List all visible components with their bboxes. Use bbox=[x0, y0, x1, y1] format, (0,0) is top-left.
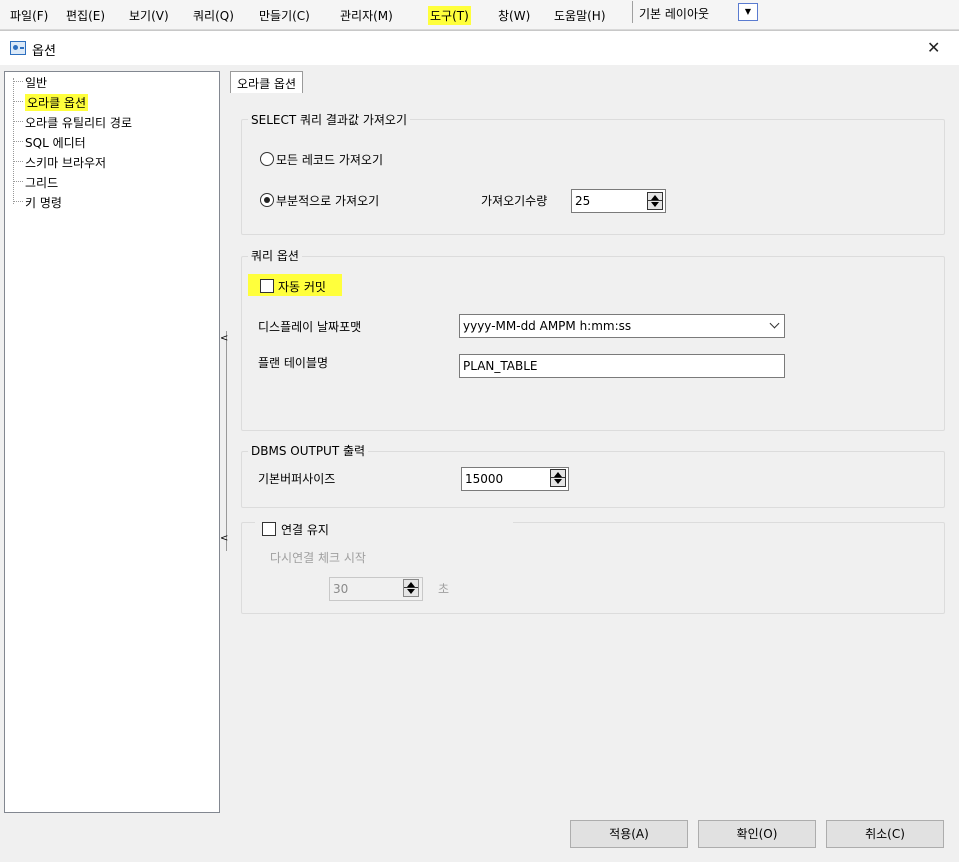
buffer-size-value: 15000 bbox=[465, 472, 504, 486]
fetch-count-value: 25 bbox=[575, 194, 591, 208]
autocommit-checkbox[interactable] bbox=[260, 279, 274, 293]
radio-fetch-all[interactable] bbox=[260, 152, 274, 166]
tree-item-key-commands[interactable]: 키 명령 bbox=[13, 194, 62, 211]
cancel-button-label: 취소(C) bbox=[865, 827, 905, 841]
tree-item-sql-editor[interactable]: SQL 에디터 bbox=[13, 134, 86, 151]
menu-help[interactable]: 도움말(H) bbox=[552, 6, 608, 25]
collapse-left-icon[interactable]: < bbox=[220, 533, 228, 544]
chevron-down-icon: ▼ bbox=[744, 7, 752, 16]
spin-divider bbox=[648, 200, 662, 201]
menu-tools[interactable]: 도구(T) bbox=[428, 6, 471, 25]
spin-divider bbox=[404, 587, 418, 588]
dbms-output-group bbox=[241, 451, 945, 508]
seconds-unit-label: 초 bbox=[438, 582, 450, 596]
plan-table-input[interactable]: PLAN_TABLE bbox=[459, 354, 785, 378]
menu-admin[interactable]: 관리자(M) bbox=[338, 6, 395, 25]
collapse-left-icon[interactable]: < bbox=[220, 333, 228, 344]
keepalive-label: 연결 유지 bbox=[281, 523, 329, 537]
spin-down-icon[interactable] bbox=[651, 202, 659, 207]
fetch-count-spinner[interactable] bbox=[647, 192, 663, 210]
tab-oracle-options[interactable]: 오라클 옵션 bbox=[230, 71, 304, 93]
options-tree: 일반 오라클 옵션 오라클 유틸리티 경로 SQL 에디터 스키마 브라우저 그… bbox=[4, 71, 220, 813]
layout-label: 기본 레이아웃 bbox=[639, 7, 710, 21]
tree-item-schema-browser[interactable]: 스키마 브라우저 bbox=[12, 154, 106, 171]
tree-item-oracle-utility-path[interactable]: 오라클 유틸리티 경로 bbox=[13, 114, 132, 131]
menu-file[interactable]: 파일(F) bbox=[8, 6, 50, 25]
menubar: 파일(F) 편집(E) 보기(V) 쿼리(Q) 만들기(C) 관리자(M) 도구… bbox=[0, 0, 959, 30]
date-format-value: yyyy-MM-dd AMPM h:mm:ss bbox=[463, 319, 632, 333]
select-group-title: SELECT 쿼리 결과값 가져오기 bbox=[248, 111, 410, 128]
menu-create[interactable]: 만들기(C) bbox=[257, 6, 312, 25]
chevron-down-icon bbox=[769, 318, 780, 329]
ok-button[interactable]: 확인(O) bbox=[698, 820, 816, 848]
menu-query[interactable]: 쿼리(Q) bbox=[191, 6, 236, 25]
cancel-button[interactable]: 취소(C) bbox=[826, 820, 944, 848]
date-format-select[interactable]: yyyy-MM-dd AMPM h:mm:ss bbox=[459, 314, 785, 338]
keepalive-checkbox[interactable] bbox=[262, 522, 276, 536]
layout-dropdown-button[interactable]: ▼ bbox=[738, 3, 758, 21]
fetch-count-label: 가져오기수량 bbox=[481, 194, 548, 208]
tree-item-grid[interactable]: 그리드 bbox=[12, 174, 58, 191]
radio-fetch-partial-label: 부분적으로 가져오기 bbox=[276, 194, 380, 208]
plan-table-value: PLAN_TABLE bbox=[463, 359, 538, 373]
menu-edit[interactable]: 편집(E) bbox=[64, 6, 107, 25]
menu-view[interactable]: 보기(V) bbox=[127, 6, 171, 25]
options-window-icon bbox=[10, 41, 26, 55]
spin-down-icon[interactable] bbox=[407, 589, 415, 594]
tree-item-general[interactable]: 일반 bbox=[12, 74, 47, 91]
radio-fetch-all-label: 모든 레코드 가져오기 bbox=[276, 153, 383, 167]
spin-divider bbox=[551, 477, 565, 478]
reconnect-interval-value: 30 bbox=[333, 582, 349, 596]
reconnect-check-label: 다시연결 체크 시작 bbox=[270, 551, 366, 565]
apply-button[interactable]: 적용(A) bbox=[570, 820, 688, 848]
ok-button-label: 확인(O) bbox=[736, 827, 778, 841]
dialog-titlebar: 옵션 ✕ bbox=[0, 31, 959, 65]
apply-button-label: 적용(A) bbox=[609, 827, 649, 841]
dbms-group-title: DBMS OUTPUT 출력 bbox=[248, 442, 369, 459]
autocommit-label: 자동 커밋 bbox=[278, 280, 326, 294]
radio-fetch-partial[interactable] bbox=[260, 193, 274, 207]
buffer-size-label: 기본버퍼사이즈 bbox=[258, 472, 336, 486]
select-query-group bbox=[241, 119, 945, 235]
splitter[interactable] bbox=[226, 331, 227, 551]
spin-down-icon[interactable] bbox=[554, 479, 562, 484]
options-dialog: 옵션 ✕ 일반 오라클 옵션 오라클 유틸리티 경로 SQL 에디터 스키마 브… bbox=[0, 30, 959, 862]
tab-label: 오라클 옵션 bbox=[237, 77, 297, 91]
tree-item-oracle-options[interactable]: 오라클 옵션 bbox=[12, 94, 89, 111]
reconnect-interval-spinner[interactable] bbox=[403, 579, 419, 597]
date-format-label: 디스플레이 날짜포맷 bbox=[258, 320, 362, 334]
plan-table-label: 플랜 테이블명 bbox=[258, 356, 329, 370]
query-group-title: 쿼리 옵션 bbox=[248, 247, 302, 264]
buffer-size-spinner[interactable] bbox=[550, 469, 566, 487]
dialog-title: 옵션 bbox=[32, 44, 56, 59]
query-options-group bbox=[241, 256, 945, 431]
close-icon[interactable]: ✕ bbox=[927, 38, 940, 57]
menu-window[interactable]: 창(W) bbox=[496, 6, 532, 25]
